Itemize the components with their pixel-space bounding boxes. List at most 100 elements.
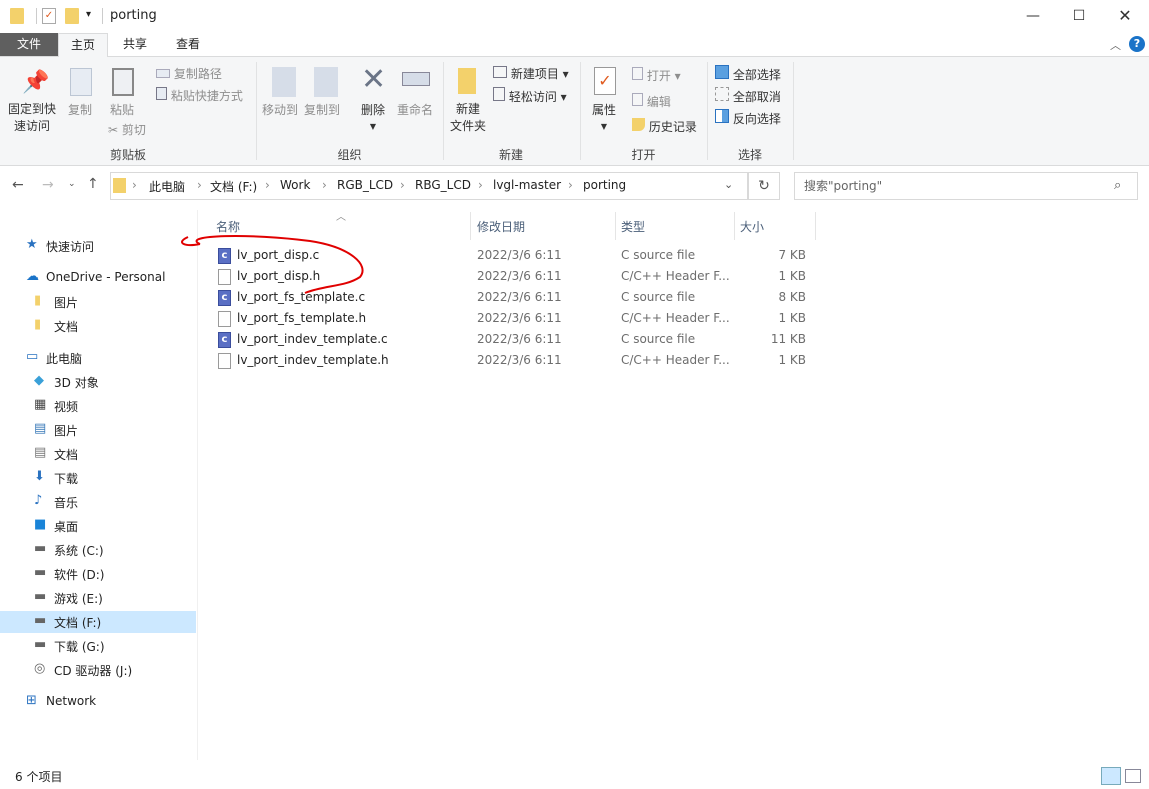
column-header-date[interactable]: 修改日期	[477, 218, 525, 235]
select-all-button[interactable]: 全部选择	[715, 65, 781, 83]
new-group-label: 新建	[498, 148, 523, 162]
sidebar-item[interactable]: ■ 桌面	[0, 515, 196, 537]
breadcrumb-item[interactable]: Work	[280, 178, 310, 192]
search-icon: ⌕	[1114, 178, 1122, 193]
invert-selection-label: 反向选择	[732, 112, 781, 126]
paste-shortcut-button[interactable]: 粘贴快捷方式	[156, 87, 243, 104]
3d-objects-icon: ◆	[34, 373, 44, 388]
new-item-button[interactable]: 新建项目 ▾	[493, 65, 569, 82]
tab-file[interactable]: 文件	[0, 33, 58, 56]
sidebar-item[interactable]: ♪ 音乐	[0, 491, 196, 513]
cut-label: 剪切	[121, 123, 146, 137]
new-folder-button[interactable]: 新建 文件夹	[450, 101, 486, 135]
sidebar-item[interactable]: ▬ 文档 (F:)	[0, 611, 196, 633]
invert-selection-icon	[715, 109, 729, 123]
properties-button[interactable]: 属性 ▼	[592, 101, 616, 132]
recent-locations-button[interactable]: ⌄	[68, 179, 76, 189]
sidebar-item[interactable]: ▬ 系统 (C:)	[0, 539, 196, 561]
details-view-button[interactable]	[1101, 767, 1121, 785]
file-size: 1 KB	[778, 269, 806, 283]
file-row[interactable]: lv_port_indev_template.h 2022/3/6 6:11 C…	[200, 350, 820, 371]
paste-button[interactable]: 粘贴	[110, 101, 134, 118]
help-icon[interactable]: ?	[1129, 36, 1145, 52]
sidebar-item[interactable]: ⊞ Network	[0, 691, 196, 713]
tab-home[interactable]: 主页	[58, 33, 108, 57]
address-dropdown-icon[interactable]: ⌄	[724, 178, 733, 191]
forward-button[interactable]: →	[42, 177, 54, 193]
easy-access-button[interactable]: 轻松访问 ▾	[493, 87, 567, 105]
drive-icon: ▬	[34, 589, 47, 604]
file-date: 2022/3/6 6:11	[477, 248, 562, 262]
column-header-type[interactable]: 类型	[621, 218, 645, 235]
sidebar-item-label: 系统 (C:)	[54, 544, 104, 558]
properties-quick-icon[interactable]: ✓	[42, 8, 56, 24]
edit-button[interactable]: 编辑	[632, 93, 671, 110]
up-button[interactable]: ↑	[87, 176, 99, 192]
sidebar-item[interactable]: ◆ 3D 对象	[0, 371, 196, 393]
sidebar-item-label: 3D 对象	[54, 376, 99, 390]
sidebar-item[interactable]: ▬ 游戏 (E:)	[0, 587, 196, 609]
sidebar-item[interactable]: ★ 快速访问	[0, 235, 196, 257]
new-folder-quick-icon[interactable]	[65, 8, 79, 24]
collapse-ribbon-icon[interactable]: ︿	[1110, 37, 1121, 53]
edit-label: 编辑	[646, 95, 671, 109]
file-row[interactable]: lv_port_fs_template.h 2022/3/6 6:11 C/C+…	[200, 308, 820, 329]
sidebar-item[interactable]: ▮ 文档	[0, 315, 196, 337]
invert-selection-button[interactable]: 反向选择	[715, 109, 781, 127]
copy-path-label: 复制路径	[173, 67, 222, 81]
column-header-size[interactable]: 大小	[740, 218, 764, 235]
folder-icon	[113, 178, 126, 193]
breadcrumb-item[interactable]: porting	[583, 178, 626, 192]
tab-view[interactable]: 查看	[165, 33, 211, 56]
sidebar-item[interactable]: ▦ 视频	[0, 395, 196, 417]
refresh-button[interactable]: ↻	[748, 172, 780, 200]
history-icon	[632, 118, 645, 131]
back-button[interactable]: ←	[12, 177, 24, 193]
rename-button[interactable]: 重命名	[397, 101, 433, 118]
breadcrumb-item[interactable]: lvgl-master	[493, 178, 561, 192]
breadcrumb-item[interactable]: 文档 (F:)	[210, 178, 257, 195]
close-button[interactable]: ✕	[1102, 4, 1148, 28]
delete-button[interactable]: 删除 ▼	[361, 101, 385, 132]
pin-quick-access-button[interactable]: 固定到快 速访问	[8, 101, 56, 135]
search-input[interactable]: 搜索"porting"	[794, 172, 1138, 200]
sidebar-item[interactable]: ⬇ 下载	[0, 467, 196, 489]
breadcrumb-item[interactable]: RBG_LCD	[415, 178, 471, 192]
copy-path-button[interactable]: 复制路径	[156, 65, 222, 82]
sidebar-item[interactable]: ▬ 软件 (D:)	[0, 563, 196, 585]
breadcrumb-item[interactable]: RGB_LCD	[337, 178, 393, 192]
sidebar-item[interactable]: ◎ CD 驱动器 (J:)	[0, 659, 196, 681]
sidebar-item[interactable]: ▭ 此电脑	[0, 347, 196, 369]
select-none-label: 全部取消	[732, 90, 781, 104]
copy-button[interactable]: 复制	[68, 101, 92, 118]
sidebar-item[interactable]: ▤ 文档	[0, 443, 196, 465]
large-icons-view-button[interactable]	[1125, 769, 1141, 783]
sidebar-item[interactable]: ☁ OneDrive - Personal	[0, 267, 196, 289]
tab-share[interactable]: 共享	[112, 33, 158, 56]
file-type: C source file	[621, 248, 696, 262]
sidebar-item-label: 音乐	[54, 496, 79, 510]
file-row[interactable]: c lv_port_indev_template.c 2022/3/6 6:11…	[200, 329, 820, 350]
history-button[interactable]: 历史记录	[632, 118, 697, 135]
cut-button[interactable]: ✂ 剪切	[108, 121, 146, 138]
select-none-button[interactable]: 全部取消	[715, 87, 781, 105]
maximize-button[interactable]: ☐	[1056, 4, 1102, 28]
file-size: 8 KB	[778, 290, 806, 304]
rename-icon	[402, 72, 430, 86]
select-none-icon	[715, 87, 729, 101]
minimize-button[interactable]: —	[1010, 4, 1056, 28]
file-type: C/C++ Header F...	[621, 269, 730, 283]
sidebar-item-label: Network	[46, 694, 97, 708]
file-size: 7 KB	[778, 248, 806, 262]
open-button[interactable]: 打开 ▾	[632, 67, 681, 84]
move-to-button[interactable]: 移动到	[262, 101, 298, 118]
copy-to-button[interactable]: 复制到	[304, 101, 340, 118]
sidebar-item[interactable]: ▤ 图片	[0, 419, 196, 441]
file-date: 2022/3/6 6:11	[477, 290, 562, 304]
breadcrumb-item[interactable]: 此电脑	[149, 178, 185, 195]
sidebar-item[interactable]: ▬ 下载 (G:)	[0, 635, 196, 657]
sidebar-item[interactable]: ▮ 图片	[0, 291, 196, 313]
customize-quick-access-icon[interactable]: ▾	[86, 9, 91, 20]
sidebar-item-label: 视频	[54, 400, 79, 414]
delete-icon: ✕	[361, 62, 387, 97]
